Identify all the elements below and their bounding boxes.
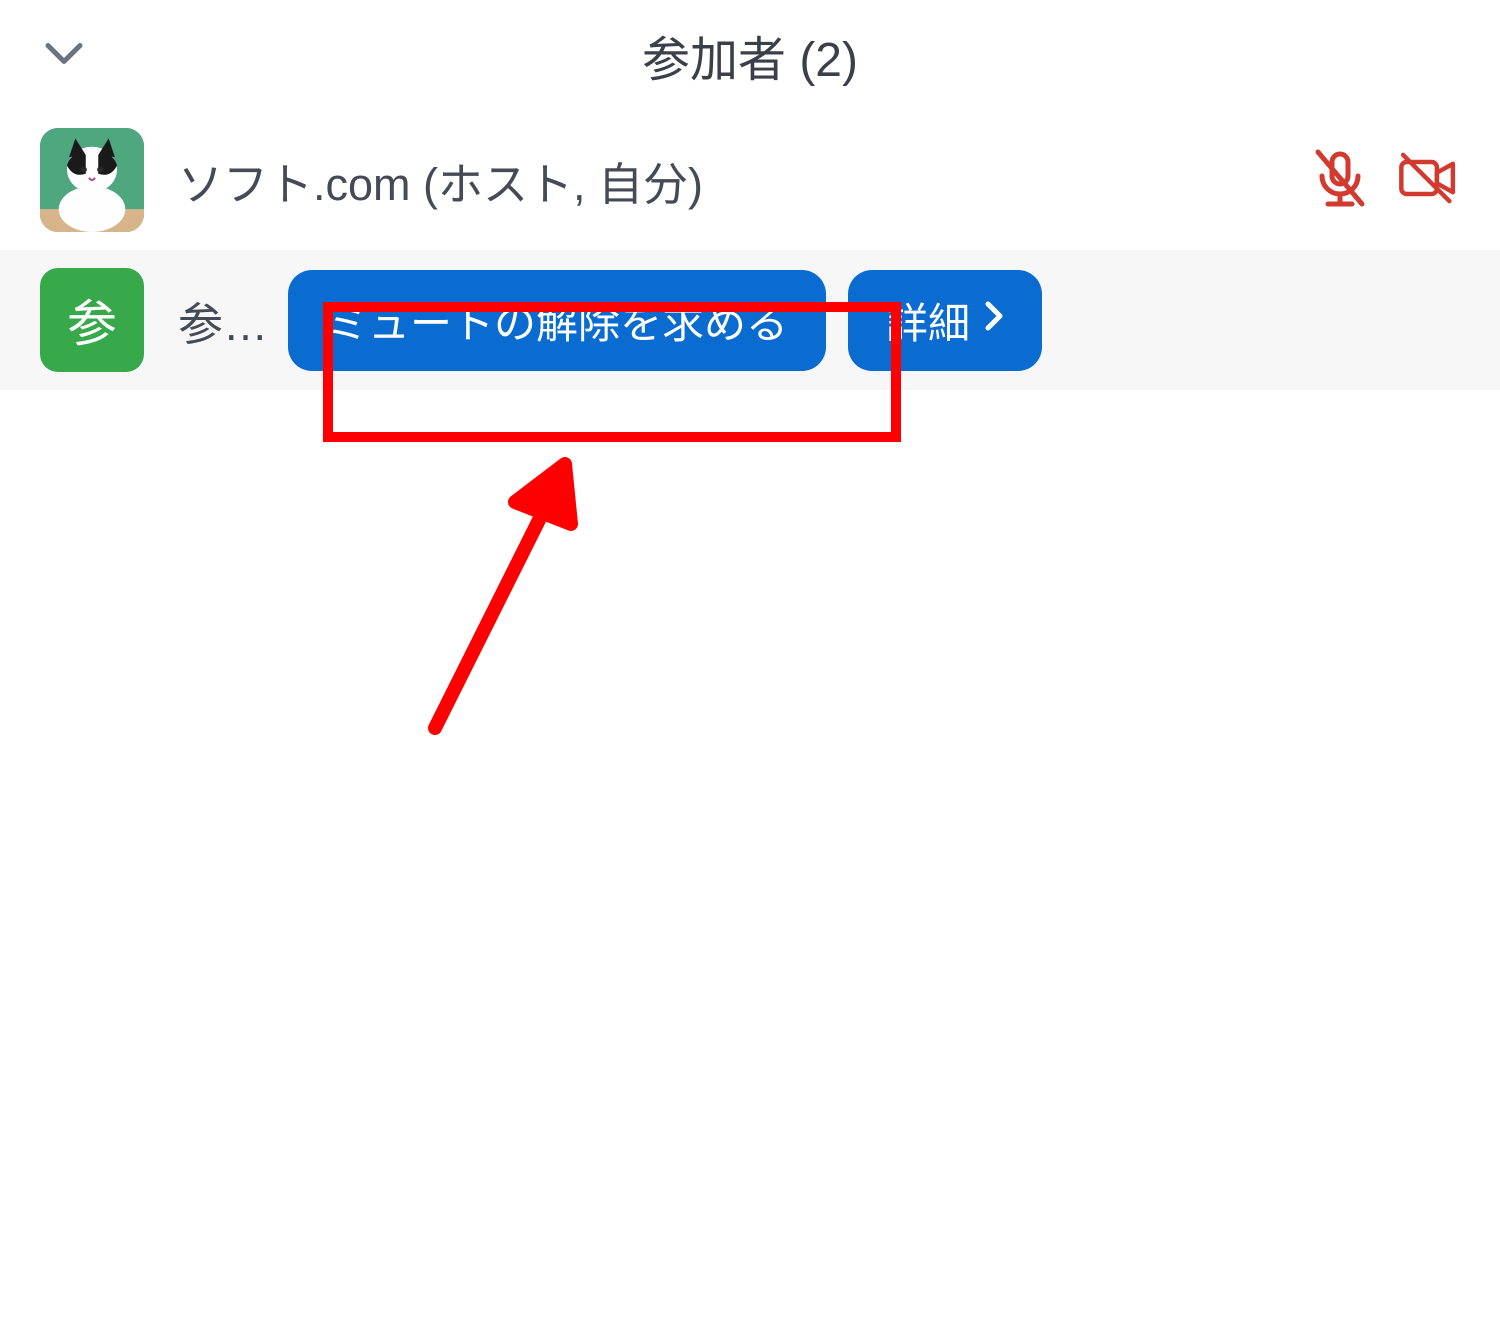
participant-row[interactable]: 参 参… ミュートの解除を求める 詳細: [0, 250, 1500, 390]
chevron-right-icon: [984, 299, 1004, 341]
video-off-icon: [1396, 146, 1460, 215]
participant-name: 参…: [178, 288, 268, 353]
participants-title: 参加者 (2): [642, 20, 858, 90]
collapse-chevron-icon[interactable]: [40, 34, 88, 77]
avatar-initial: 参: [67, 284, 117, 356]
status-icons: [1308, 146, 1460, 215]
participant-row[interactable]: ソフト.com (ホスト, 自分): [0, 110, 1500, 250]
button-label: 詳細: [886, 290, 970, 351]
participants-panel: 参加者 (2) ソフト.com (ホスト, 自分): [0, 0, 1500, 390]
ask-unmute-button[interactable]: ミュートの解除を求める: [288, 270, 826, 371]
mic-muted-icon: [1308, 146, 1372, 215]
avatar: [40, 128, 144, 232]
avatar: 参: [40, 268, 144, 372]
participants-header: 参加者 (2): [0, 0, 1500, 110]
participant-name: ソフト.com (ホスト, 自分): [178, 148, 703, 213]
details-button[interactable]: 詳細: [848, 270, 1042, 371]
annotation-arrow-icon: [395, 428, 615, 753]
button-label: ミュートの解除を求める: [326, 290, 788, 351]
